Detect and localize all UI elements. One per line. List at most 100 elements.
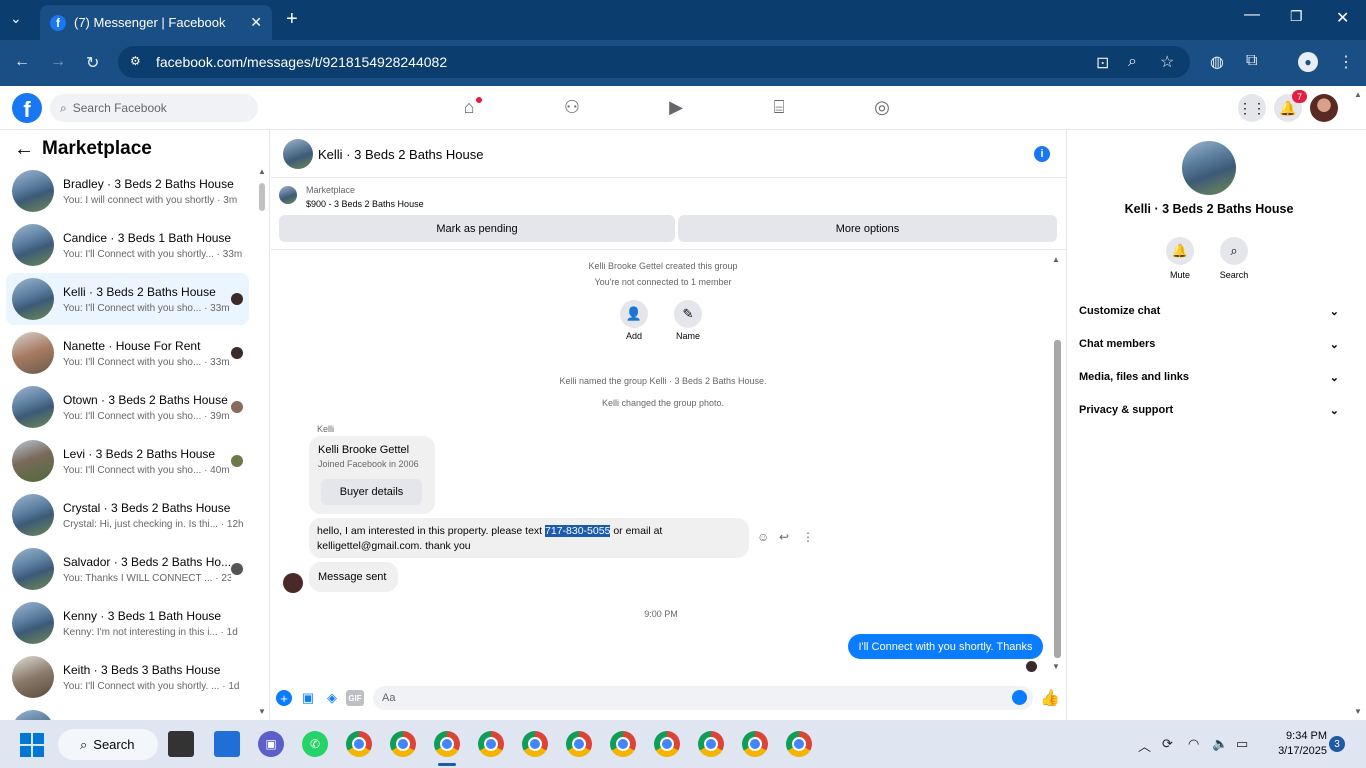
sidebar-scroll-up-icon[interactable]: ▲: [258, 167, 266, 176]
friends-icon[interactable]: ⚇: [560, 97, 584, 118]
chrome-profile-icon-active[interactable]: [434, 731, 460, 757]
facebook-logo[interactable]: f: [12, 93, 42, 123]
media-files-links-section[interactable]: Media, files and links ⌄: [1079, 371, 1339, 384]
listing-price[interactable]: $900 - 3 Beds 2 Baths House: [306, 199, 424, 209]
react-emoji-icon[interactable]: ☺: [757, 530, 769, 544]
page-scroll-up-icon[interactable]: ▲: [1354, 90, 1362, 99]
close-tab-icon[interactable]: ✕: [250, 14, 262, 31]
widgets-icon[interactable]: [214, 731, 240, 757]
chrome-profile-icon[interactable]: [610, 731, 636, 757]
zoom-icon[interactable]: ⌕: [1128, 53, 1137, 71]
forward-icon[interactable]: →: [50, 53, 66, 71]
whatsapp-icon[interactable]: ✆: [302, 731, 328, 757]
conversation-item[interactable]: Otown · 3 Beds 2 Baths House You: I'll Co…: [6, 381, 249, 433]
install-app-icon[interactable]: ⊡: [1096, 53, 1109, 73]
teams-icon[interactable]: ▣: [258, 731, 284, 757]
conversation-item[interactable]: Candice · 3 Beds 1 Bath House You: I'll C…: [6, 219, 249, 271]
back-icon[interactable]: ←: [14, 53, 30, 71]
sender-avatar[interactable]: [283, 573, 303, 593]
url-bar[interactable]: ⚙ facebook.com/messages/t/92181549282440…: [118, 46, 1190, 78]
chrome-profile-icon[interactable]: [522, 731, 548, 757]
user-avatar[interactable]: [1310, 94, 1338, 122]
reload-icon[interactable]: ↻: [86, 53, 99, 73]
conversation-item-active[interactable]: Kelli · 3 Beds 2 Baths House You: I'll Co…: [6, 273, 249, 325]
maximize-icon[interactable]: ❐: [1290, 8, 1303, 25]
sync-icon[interactable]: ⟳: [1162, 736, 1173, 752]
new-tab-icon[interactable]: +: [286, 8, 298, 31]
chat-members-section[interactable]: Chat members ⌄: [1079, 338, 1339, 351]
bookmark-star-icon[interactable]: ☆: [1160, 52, 1174, 72]
marketplace-icon[interactable]: ⌸: [767, 97, 791, 118]
wifi-icon[interactable]: ◠: [1188, 736, 1199, 752]
battery-icon[interactable]: ▭: [1236, 736, 1248, 752]
minimize-icon[interactable]: —: [1244, 6, 1260, 24]
chrome-menu-icon[interactable]: ⋮: [1338, 52, 1354, 72]
conversation-item[interactable]: [6, 705, 249, 720]
chat-info-avatar[interactable]: [1182, 141, 1236, 195]
globe-icon[interactable]: ◍: [1210, 52, 1224, 72]
profile-icon[interactable]: ●: [1298, 52, 1318, 72]
customize-chat-section[interactable]: Customize chat ⌄: [1079, 305, 1339, 318]
chrome-profile-icon[interactable]: [698, 731, 724, 757]
conversation-item[interactable]: Nanette · House For Rent You: I'll Connec…: [6, 327, 249, 379]
page-scroll-down-icon[interactable]: ▼: [1354, 707, 1362, 716]
message-input[interactable]: Aa: [373, 686, 1033, 710]
my-message-bubble[interactable]: I'll Connect with you shortly. Thanks: [848, 634, 1043, 659]
thumbs-up-icon[interactable]: 👍: [1040, 688, 1060, 708]
conversation-item[interactable]: Kenny · 3 Beds 1 Bath House Kenny: I'm no…: [6, 597, 249, 649]
edit-name-icon[interactable]: ✎: [674, 300, 702, 328]
emoji-icon[interactable]: [1012, 690, 1027, 705]
chat-scrollbar[interactable]: [1054, 340, 1061, 658]
search-in-chat-icon[interactable]: ⌕: [1220, 237, 1248, 265]
back-arrow-icon[interactable]: ←: [14, 138, 34, 161]
gif-icon[interactable]: GIF: [346, 690, 364, 706]
menu-grid-icon[interactable]: ⋮⋮: [1238, 94, 1266, 122]
more-actions-icon[interactable]: ⋮: [802, 530, 814, 544]
chrome-profile-icon[interactable]: [390, 731, 416, 757]
taskbar-clock[interactable]: 9:34 PM 3/17/2025: [1269, 729, 1327, 759]
privacy-support-section[interactable]: Privacy & support ⌄: [1079, 404, 1339, 417]
facebook-search-input[interactable]: ⌕ Search Facebook: [50, 94, 258, 122]
sidebar-scroll-down-icon[interactable]: ▼: [258, 707, 266, 716]
reply-icon[interactable]: ↩: [779, 530, 789, 544]
tray-overflow-chevron-icon[interactable]: ︿: [1138, 736, 1151, 755]
info-icon[interactable]: i: [1034, 146, 1050, 162]
browser-tab[interactable]: f (7) Messenger | Facebook ✕: [40, 5, 272, 40]
chrome-profile-icon[interactable]: [654, 731, 680, 757]
taskbar-search[interactable]: ⌕ Search: [58, 729, 158, 760]
chrome-profile-icon[interactable]: [566, 731, 592, 757]
close-window-icon[interactable]: ✕: [1336, 8, 1349, 28]
mute-bell-icon[interactable]: 🔔: [1166, 237, 1194, 265]
volume-icon[interactable]: 🔈: [1212, 736, 1228, 752]
conversation-item[interactable]: Keith · 3 Beds 3 Baths House You: I'll Co…: [6, 651, 249, 703]
chat-scroll-down-icon[interactable]: ▼: [1052, 662, 1060, 671]
chrome-profile-icon[interactable]: [786, 731, 812, 757]
chrome-profile-icon[interactable]: [742, 731, 768, 757]
notification-center-badge[interactable]: 3: [1329, 736, 1345, 752]
more-options-button[interactable]: More options: [678, 215, 1057, 242]
task-view-icon[interactable]: [168, 731, 194, 757]
buyer-details-button[interactable]: Buyer details: [321, 479, 422, 505]
mark-as-pending-button[interactable]: Mark as pending: [279, 215, 675, 242]
video-icon[interactable]: ▶: [664, 97, 688, 118]
site-settings-icon[interactable]: ⚙: [130, 54, 141, 68]
tab-search-chevron-icon[interactable]: ⌄: [10, 10, 22, 27]
add-attachment-icon[interactable]: +: [276, 690, 292, 706]
chrome-profile-icon[interactable]: [478, 731, 504, 757]
chat-scroll-up-icon[interactable]: ▲: [1052, 255, 1060, 264]
chat-avatar[interactable]: [283, 139, 313, 169]
extensions-icon[interactable]: ⧉: [1246, 52, 1257, 70]
chat-title[interactable]: Kelli · 3 Beds 2 Baths House: [318, 147, 483, 162]
sticker-icon[interactable]: ◈: [324, 690, 340, 706]
windows-start-icon[interactable]: [20, 733, 44, 757]
groups-icon[interactable]: ◎: [870, 97, 894, 118]
conversation-item[interactable]: Bradley · 3 Beds 2 Baths House You: I wil…: [6, 165, 249, 217]
conversation-item[interactable]: Salvador · 3 Beds 2 Baths Ho... You: Than…: [6, 543, 249, 595]
message-bubble[interactable]: Message sent: [309, 562, 398, 592]
conversation-item[interactable]: Crystal · 3 Beds 2 Baths House Crystal: H…: [6, 489, 249, 541]
conversation-item[interactable]: Levi · 3 Beds 2 Baths House You: I'll Con…: [6, 435, 249, 487]
add-member-icon[interactable]: 👤: [620, 300, 648, 328]
chrome-profile-icon[interactable]: [346, 731, 372, 757]
message-bubble[interactable]: hello, I am interested in this property.…: [309, 518, 749, 558]
photo-icon[interactable]: ▣: [300, 690, 316, 706]
